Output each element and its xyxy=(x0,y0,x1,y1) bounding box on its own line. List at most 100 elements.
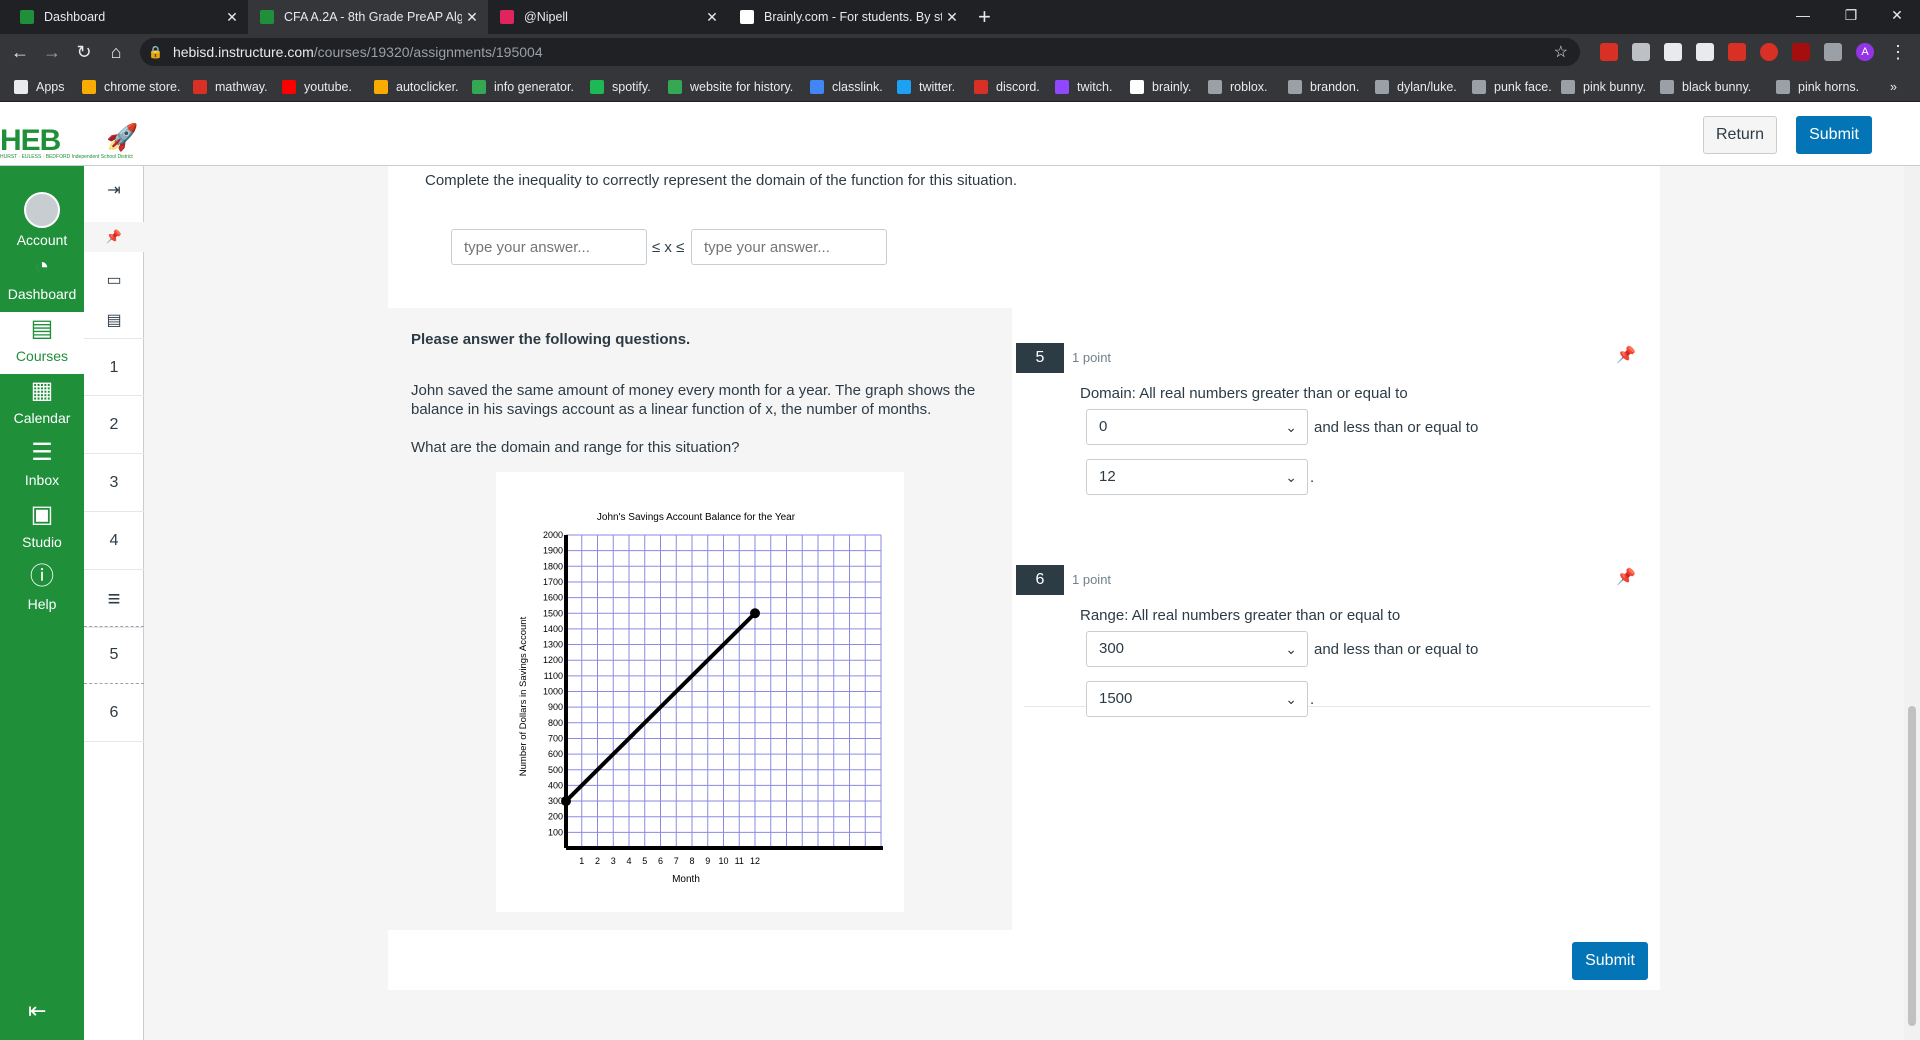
bookmark-item[interactable]: pink horns. xyxy=(1776,78,1859,96)
x-tick-label: 5 xyxy=(642,856,647,866)
close-window-icon[interactable]: ✕ xyxy=(1874,0,1920,30)
y-tick-label: 600 xyxy=(548,749,563,759)
calculator-icon[interactable]: ▭ xyxy=(84,270,144,290)
extension-icon[interactable] xyxy=(1632,43,1650,61)
extension-icon[interactable] xyxy=(1696,43,1714,61)
bookmark-item[interactable]: mathway. xyxy=(193,78,268,96)
stimulus-heading: Please answer the following questions. xyxy=(411,331,691,348)
close-tab-icon[interactable]: ✕ xyxy=(222,9,242,26)
pin-question-icon[interactable]: 📌 xyxy=(1616,345,1636,365)
extension-icon[interactable] xyxy=(1728,43,1746,61)
extension-icon[interactable] xyxy=(1760,43,1778,61)
bookmark-item[interactable]: spotify. xyxy=(590,78,651,96)
close-tab-icon[interactable]: ✕ xyxy=(462,9,482,26)
reload-icon[interactable]: ↻ xyxy=(74,42,94,63)
range-max-select[interactable]: 1500 ⌄ xyxy=(1086,681,1308,717)
question-nav-item-2[interactable]: 2 xyxy=(84,396,144,454)
expand-panel-icon[interactable]: ⇥ xyxy=(84,180,144,204)
bookmark-item[interactable]: brandon. xyxy=(1288,78,1359,96)
tab-cfa-assignment[interactable]: CFA A.2A - 8th Grade PreAP Alge ✕ xyxy=(248,0,488,34)
submit-button-top[interactable]: Submit xyxy=(1796,116,1872,154)
bookmark-label: chrome store. xyxy=(104,80,181,94)
bookmark-item[interactable]: dylan/luke. xyxy=(1375,78,1457,96)
pin-icon[interactable]: 📌 xyxy=(84,222,144,252)
bookmark-item[interactable]: black bunny. xyxy=(1660,78,1751,96)
nav-help[interactable]: ⓘ Help xyxy=(0,562,84,622)
profile-avatar[interactable]: A xyxy=(1856,43,1874,61)
bookmark-item[interactable]: twitter. xyxy=(897,78,955,96)
close-tab-icon[interactable]: ✕ xyxy=(702,9,722,26)
bookmark-favicon-icon xyxy=(810,80,824,94)
extension-icon[interactable] xyxy=(1792,43,1810,61)
bookmark-item[interactable]: classlink. xyxy=(810,78,883,96)
bookmark-favicon-icon xyxy=(82,80,96,94)
y-tick-label: 100 xyxy=(548,827,563,837)
return-button[interactable]: Return xyxy=(1703,116,1777,154)
scrollbar-thumb[interactable] xyxy=(1908,706,1916,1026)
bookmark-item[interactable]: discord. xyxy=(974,78,1040,96)
question-nav-item-5[interactable]: 5 xyxy=(84,626,144,684)
bookmark-star-icon[interactable]: ☆ xyxy=(1554,42,1568,62)
bookmark-favicon-icon xyxy=(1375,80,1389,94)
bookmark-item[interactable]: twitch. xyxy=(1055,78,1112,96)
bookmark-item[interactable]: Apps xyxy=(14,78,65,96)
domain-lower-input[interactable] xyxy=(451,229,647,265)
menu-dots-icon[interactable]: ⋮ xyxy=(1888,42,1908,63)
tab-brainly[interactable]: Brainly.com - For students. By stu ✕ xyxy=(728,0,968,34)
bookmark-item[interactable]: roblox. xyxy=(1208,78,1268,96)
bookmark-favicon-icon xyxy=(1776,80,1790,94)
heb-logo[interactable]: HEB xyxy=(0,124,61,158)
extensions-puzzle-icon[interactable] xyxy=(1824,43,1842,61)
bookmark-item[interactable]: info generator. xyxy=(472,78,574,96)
chevron-down-icon: ⌄ xyxy=(1285,691,1297,707)
logo-subtitle: HURST · EULESS · BEDFORD Independent Sch… xyxy=(0,154,133,160)
bookmark-item[interactable]: website for history. xyxy=(668,78,793,96)
nav-calendar[interactable]: ▦ Calendar xyxy=(0,376,84,436)
home-icon[interactable]: ⌂ xyxy=(106,42,126,63)
x-tick-label: 10 xyxy=(718,856,728,866)
restore-icon[interactable]: ❐ xyxy=(1828,0,1874,30)
question-nav-item-6[interactable]: 6 xyxy=(84,684,144,742)
new-tab-icon[interactable]: + xyxy=(978,4,991,30)
lock-icon: 🔒 xyxy=(148,45,163,59)
notes-icon[interactable]: ▤ xyxy=(84,310,144,330)
tab-title: CFA A.2A - 8th Grade PreAP Alge xyxy=(284,10,462,24)
domain-upper-input[interactable] xyxy=(691,229,887,265)
bookmark-item[interactable]: brainly. xyxy=(1130,78,1191,96)
extension-icon[interactable] xyxy=(1600,43,1618,61)
collapse-nav-icon[interactable]: ⇤ xyxy=(28,998,46,1024)
more-bookmarks-icon[interactable]: » xyxy=(1890,78,1897,96)
question-nav-item-4[interactable]: 4 xyxy=(84,512,144,570)
tab-nipell[interactable]: @Nipell ✕ xyxy=(488,0,728,34)
extension-icon[interactable] xyxy=(1664,43,1682,61)
bookmark-item[interactable]: pink bunny. xyxy=(1561,78,1646,96)
question-nav-item-1[interactable]: 1 xyxy=(84,338,144,396)
page-scrollbar[interactable] xyxy=(1904,166,1920,1040)
nav-courses[interactable]: ▤ Courses xyxy=(0,312,84,374)
bookmark-item[interactable]: autoclicker. xyxy=(374,78,459,96)
canvas-favicon-icon xyxy=(20,10,34,24)
nav-account[interactable]: Account xyxy=(0,192,84,252)
tab-dashboard[interactable]: Dashboard ✕ xyxy=(8,0,248,34)
tab-title: Dashboard xyxy=(44,10,106,24)
address-bar[interactable]: 🔒 hebisd.instructure.com /courses/19320/… xyxy=(140,38,1580,66)
nav-inbox[interactable]: ☰ Inbox xyxy=(0,438,84,498)
minimize-icon[interactable]: — xyxy=(1780,0,1826,30)
nav-studio[interactable]: ▣ Studio xyxy=(0,500,84,560)
domain-max-select[interactable]: 12 ⌄ xyxy=(1086,459,1308,495)
bookmark-item[interactable]: chrome store. xyxy=(82,78,180,96)
bookmark-item[interactable]: youtube. xyxy=(282,78,352,96)
pin-question-icon[interactable]: 📌 xyxy=(1616,567,1636,587)
submit-button-bottom[interactable]: Submit xyxy=(1572,942,1648,980)
range-min-select[interactable]: 300 ⌄ xyxy=(1086,631,1308,667)
rocket-icon: 🚀 xyxy=(106,122,139,152)
domain-min-select[interactable]: 0 ⌄ xyxy=(1086,409,1308,445)
forward-icon[interactable]: → xyxy=(42,42,62,63)
back-icon[interactable]: ← xyxy=(10,42,30,63)
passage-icon[interactable]: ≡ xyxy=(84,570,144,628)
bookmark-item[interactable]: punk face. xyxy=(1472,78,1552,96)
bookmark-favicon-icon xyxy=(1130,80,1144,94)
nav-dashboard[interactable]: ◔ Dashboard xyxy=(0,252,84,312)
close-tab-icon[interactable]: ✕ xyxy=(942,9,962,26)
question-nav-item-3[interactable]: 3 xyxy=(84,454,144,512)
